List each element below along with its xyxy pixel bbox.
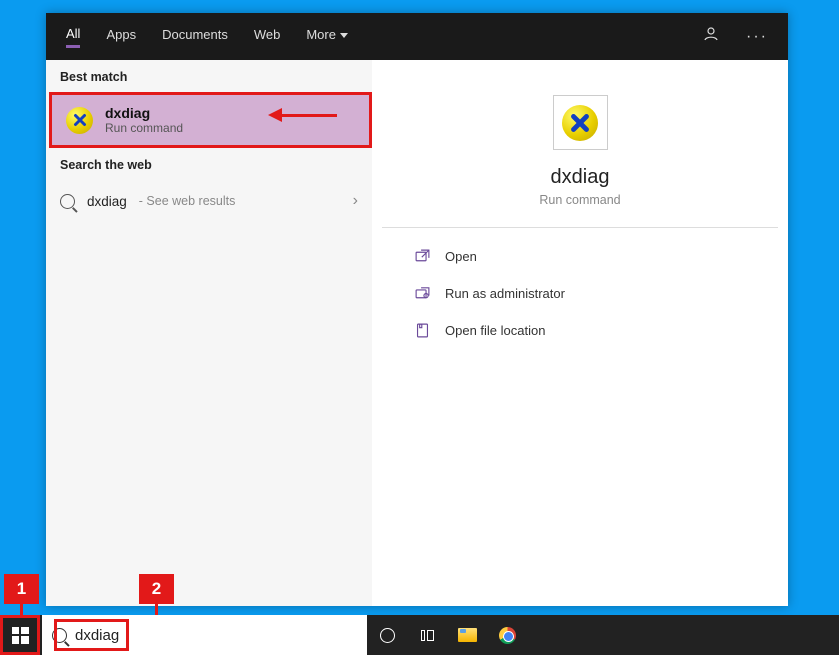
tab-more-label: More: [306, 27, 336, 42]
web-result-sub: - See web results: [139, 194, 236, 208]
search-web-label: Search the web: [46, 148, 372, 180]
search-input[interactable]: [75, 627, 357, 644]
annotation-callout-1: 1: [4, 574, 39, 604]
action-location-label: Open file location: [445, 323, 545, 338]
search-icon: [52, 628, 67, 643]
chevron-right-icon: ›: [353, 192, 358, 210]
chevron-down-icon: [340, 33, 348, 38]
preview-pane: dxdiag Run command Open Run as administr…: [382, 70, 778, 596]
cortana-button[interactable]: [367, 615, 407, 655]
preview-title: dxdiag: [551, 166, 610, 189]
tab-apps[interactable]: Apps: [106, 27, 136, 46]
results-left-column: Best match dxdiag Run command Search the…: [46, 60, 372, 606]
chrome-button[interactable]: [487, 615, 527, 655]
best-match-sub: Run command: [105, 121, 183, 135]
file-explorer-button[interactable]: [447, 615, 487, 655]
web-result-row[interactable]: dxdiag - See web results ›: [46, 180, 372, 222]
tab-web[interactable]: Web: [254, 27, 281, 46]
preview-header: dxdiag Run command: [382, 70, 778, 228]
action-run-admin[interactable]: Run as administrator: [382, 275, 778, 312]
search-results-panel: All Apps Documents Web More ··· Best mat…: [46, 13, 788, 606]
task-view-icon: [421, 630, 434, 641]
annotation-arrow: [268, 108, 337, 122]
windows-logo-icon: [12, 627, 29, 644]
action-open[interactable]: Open: [382, 238, 778, 275]
cortana-icon: [380, 628, 395, 643]
start-button[interactable]: [0, 615, 40, 655]
best-match-title: dxdiag: [105, 105, 183, 121]
user-icon[interactable]: [702, 25, 720, 48]
preview-sub: Run command: [539, 193, 620, 207]
open-icon: [414, 248, 431, 265]
action-admin-label: Run as administrator: [445, 286, 565, 301]
tab-documents[interactable]: Documents: [162, 27, 228, 46]
action-list: Open Run as administrator Open file loca…: [382, 228, 778, 359]
annotation-callout-2: 2: [139, 574, 174, 604]
annotation-stem-2: [155, 604, 158, 615]
preview-icon-frame: [553, 95, 608, 150]
taskbar: [0, 615, 839, 655]
folder-icon: [458, 628, 477, 642]
search-icon: [60, 194, 75, 209]
dxdiag-icon: [562, 105, 598, 141]
dxdiag-icon: [66, 107, 93, 134]
annotation-stem-1: [20, 604, 23, 615]
panel-body: Best match dxdiag Run command Search the…: [46, 60, 788, 606]
action-open-label: Open: [445, 249, 477, 264]
chrome-icon: [499, 627, 516, 644]
tab-more[interactable]: More: [306, 27, 348, 46]
tab-all[interactable]: All: [66, 26, 80, 48]
best-match-label: Best match: [46, 60, 372, 92]
ellipsis-icon[interactable]: ···: [746, 28, 768, 46]
task-view-button[interactable]: [407, 615, 447, 655]
filter-tab-bar: All Apps Documents Web More ···: [46, 13, 788, 60]
taskbar-search-box[interactable]: [42, 615, 367, 655]
action-open-location[interactable]: Open file location: [382, 312, 778, 349]
admin-icon: [414, 285, 431, 302]
web-result-term: dxdiag: [87, 194, 127, 209]
location-icon: [414, 322, 431, 339]
